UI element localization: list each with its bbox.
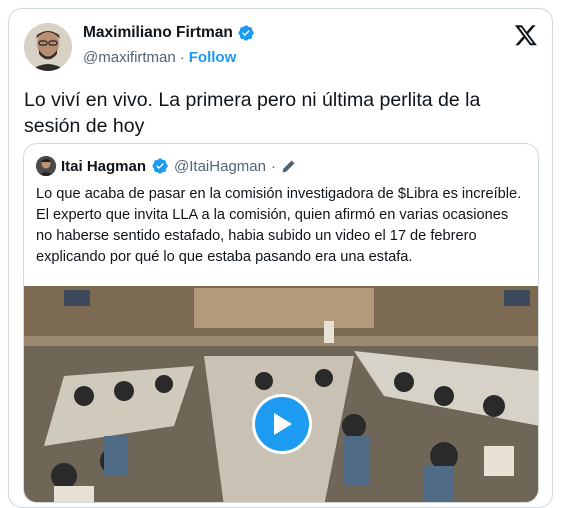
- video-thumbnail[interactable]: [24, 286, 538, 502]
- play-icon: [274, 413, 292, 435]
- tweet-card[interactable]: Maximiliano Firtman @maxifirtman · Follo…: [8, 8, 553, 508]
- play-button[interactable]: [252, 394, 312, 454]
- quoted-author-name[interactable]: Itai Hagman: [61, 158, 146, 175]
- separator-dot: ·: [270, 157, 276, 175]
- x-logo-icon[interactable]: [514, 23, 538, 47]
- quoted-author-avatar[interactable]: [36, 156, 56, 176]
- author-avatar[interactable]: [24, 23, 72, 71]
- quoted-tweet-text: Lo que acaba de pasar en la comisión inv…: [36, 186, 522, 265]
- edit-pencil-icon: [282, 160, 295, 172]
- tweet-text: Lo viví en vivo. La primera pero ni últi…: [24, 89, 481, 137]
- author-name[interactable]: Maximiliano Firtman: [83, 24, 233, 42]
- quoted-tweet[interactable]: Itai Hagman @ItaiHagman · Lo que acaba d…: [23, 143, 539, 503]
- verified-badge-icon: [152, 158, 168, 174]
- follow-button[interactable]: Follow: [189, 49, 237, 66]
- separator-dot: ·: [179, 49, 185, 66]
- verified-badge-icon: [238, 25, 254, 41]
- quoted-author-handle[interactable]: @ItaiHagman: [174, 158, 266, 175]
- author-handle[interactable]: @maxifirtman: [83, 49, 176, 66]
